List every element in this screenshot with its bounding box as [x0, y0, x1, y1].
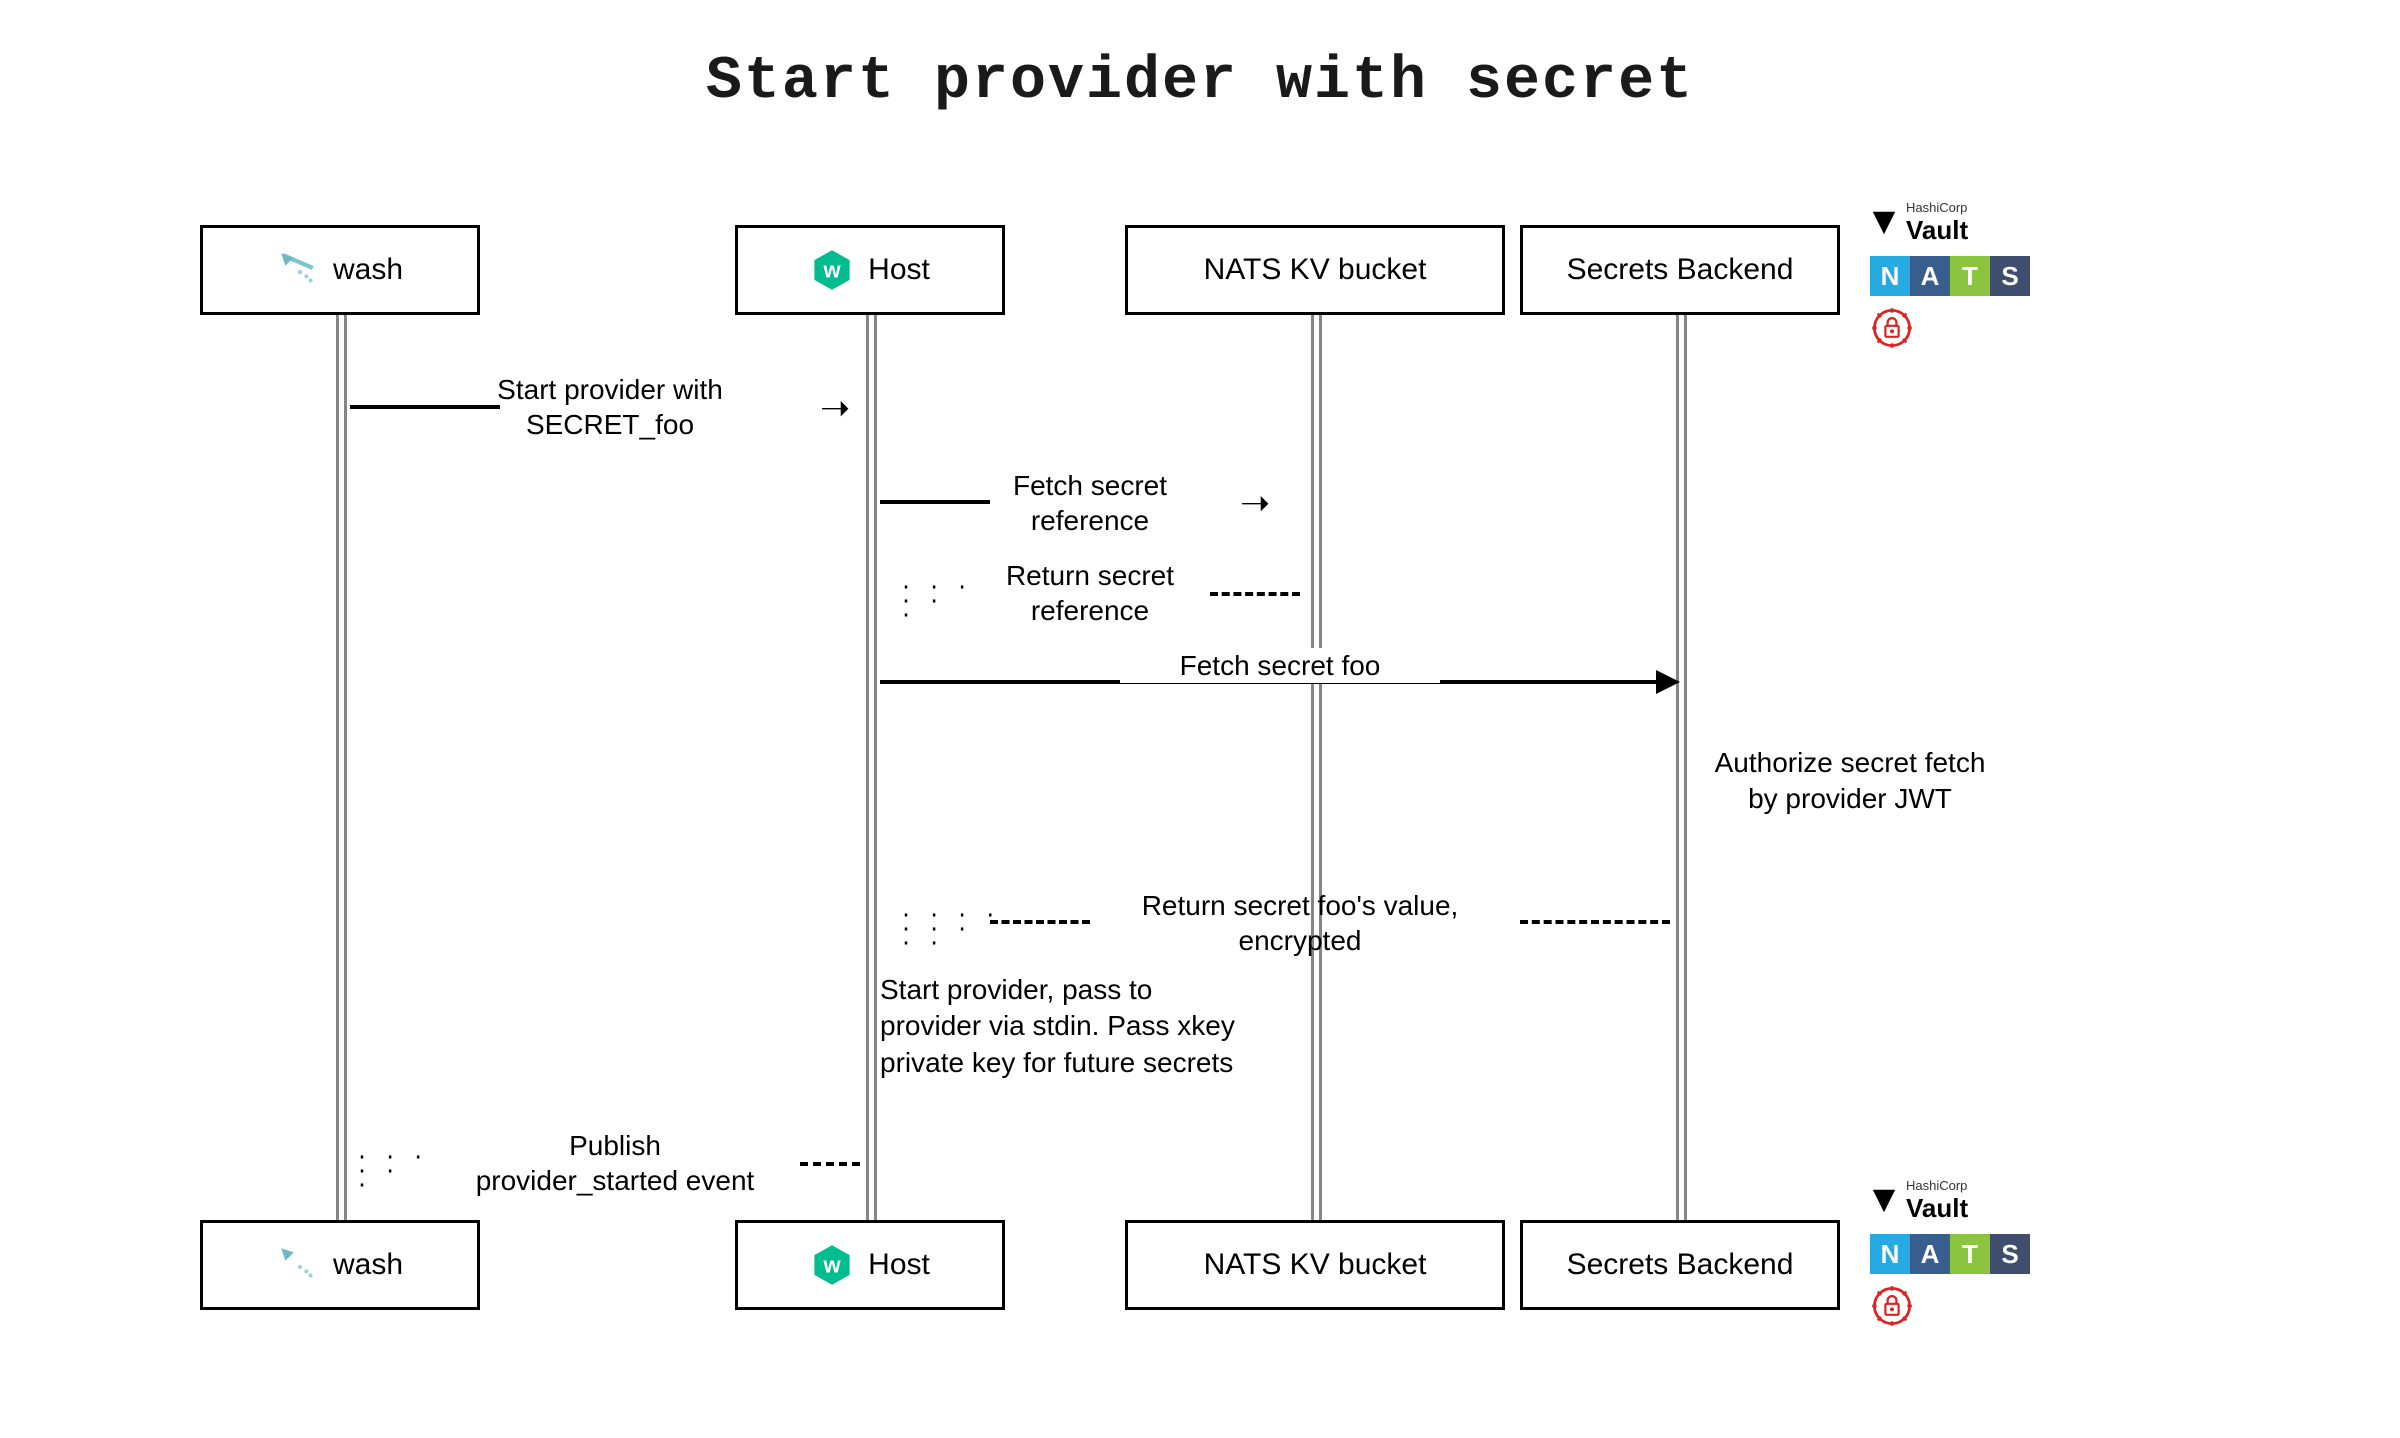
actor-label: Secrets Backend — [1567, 1248, 1794, 1282]
host-icon: w — [810, 248, 854, 292]
msg-m1: Start provider with SECRET_foo — [435, 372, 785, 442]
nats-badge: N A T S — [1870, 256, 2030, 296]
arrow-m8-tail: · · ·· ·· — [356, 1150, 426, 1192]
vault-badge: HashiCorp Vault — [1870, 200, 1968, 246]
lifeline-nats — [1311, 315, 1314, 1220]
nats-letter: T — [1950, 256, 1990, 296]
actor-label: wash — [333, 253, 403, 287]
svg-text:w: w — [823, 258, 842, 283]
vault-text: Vault — [1906, 1193, 1968, 1224]
arrow-m8 — [800, 1162, 860, 1166]
note-authorize: Authorize secret fetch by provider JWT — [1700, 745, 2000, 818]
actor-label: Secrets Backend — [1567, 253, 1794, 287]
actor-wash-top: wash — [200, 225, 480, 315]
msg-m8: Publish provider_started event — [430, 1128, 800, 1198]
nats-badge: N A T S — [1870, 1234, 2030, 1274]
vault-icon — [1870, 209, 1898, 237]
lifeline-wash-2 — [344, 315, 347, 1220]
actor-label: NATS KV bucket — [1204, 253, 1427, 287]
actor-label: NATS KV bucket — [1204, 1248, 1427, 1282]
lifeline-host-2 — [874, 315, 877, 1220]
actor-nats-bottom: NATS KV bucket — [1125, 1220, 1505, 1310]
actor-secrets-bottom: Secrets Backend — [1520, 1220, 1840, 1310]
wash-icon — [277, 249, 319, 291]
nats-letter: S — [1990, 256, 2030, 296]
arrow-m6-tail-left: · · · ·· · ·· · — [900, 908, 998, 950]
nats-letter: N — [1870, 256, 1910, 296]
lifeline-secrets — [1676, 315, 1679, 1220]
actor-secrets-top: Secrets Backend — [1520, 225, 1840, 315]
svg-text:w: w — [823, 1253, 842, 1278]
vault-small: HashiCorp — [1906, 200, 1968, 215]
actor-nats-top: NATS KV bucket — [1125, 225, 1505, 315]
lifeline-nats-2 — [1319, 315, 1322, 1220]
diagram-title: Start provider with secret — [706, 48, 1694, 116]
nats-letter: A — [1910, 1234, 1950, 1274]
vault-icon — [1870, 1187, 1898, 1215]
arrow-m3 — [1210, 592, 1300, 596]
nats-letter: N — [1870, 1234, 1910, 1274]
msg-m3: Return secret reference — [960, 558, 1220, 628]
wash-icon — [277, 1244, 319, 1286]
lock-icon — [1870, 1284, 1914, 1328]
msg-m4: Fetch secret foo — [1120, 648, 1440, 683]
note-stdin: Start provider, pass to provider via std… — [880, 972, 1240, 1081]
nats-letter: A — [1910, 256, 1950, 296]
actor-label: Host — [868, 1248, 930, 1282]
nats-letter: S — [1990, 1234, 2030, 1274]
vault-badge: HashiCorp Vault — [1870, 1178, 1968, 1224]
lifeline-host — [866, 315, 869, 1220]
side-badges-bottom: HashiCorp Vault N A T S — [1870, 1178, 2030, 1328]
lock-icon — [1870, 306, 1914, 350]
arrow-m4-head — [1656, 670, 1680, 694]
actor-host-top: w Host — [735, 225, 1005, 315]
arrow-m6b — [1520, 920, 1670, 924]
vault-small: HashiCorp — [1906, 1178, 1968, 1193]
lifeline-wash — [336, 315, 339, 1220]
msg-m2: Fetch secret reference — [960, 468, 1220, 538]
host-icon: w — [810, 1243, 854, 1287]
msg-m6: Return secret foo's value, encrypted — [1070, 888, 1530, 958]
side-badges-top: HashiCorp Vault N A T S — [1870, 200, 2030, 350]
lifeline-secrets-2 — [1684, 315, 1687, 1220]
actor-label: Host — [868, 253, 930, 287]
vault-text: Vault — [1906, 215, 1968, 246]
actor-host-bottom: w Host — [735, 1220, 1005, 1310]
actor-wash-bottom: wash — [200, 1220, 480, 1310]
nats-letter: T — [1950, 1234, 1990, 1274]
actor-label: wash — [333, 1248, 403, 1282]
